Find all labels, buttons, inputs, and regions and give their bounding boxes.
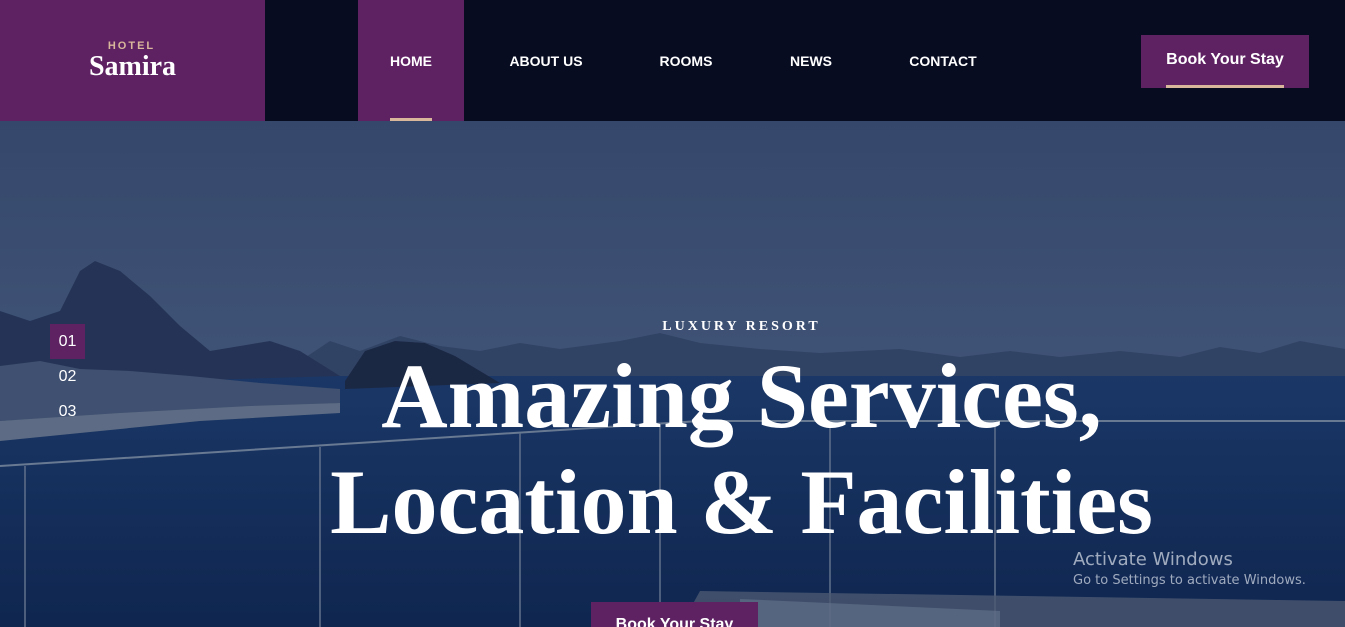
nav-rooms[interactable]: ROOMS	[640, 0, 732, 121]
hero-book-button[interactable]: Book Your Stay	[591, 602, 758, 627]
hero-headline-line-1: Amazing Services,	[381, 345, 1102, 447]
header-book-label: Book Your Stay	[1166, 50, 1284, 68]
logo-name: Samira	[88, 50, 177, 82]
windows-activation-watermark: Activate Windows Go to Settings to activ…	[1073, 549, 1306, 591]
hero-headline: Amazing Services, Location & Facilities	[0, 343, 1345, 555]
watermark-subtitle: Go to Settings to activate Windows.	[1073, 573, 1306, 588]
site-header: HOTEL Samira HOME ABOUT US ROOMS NEWS CO…	[0, 0, 1345, 121]
hero-headline-line-2: Location & Facilities	[330, 451, 1153, 553]
hero-eyebrow: LUXURY RESORT	[662, 319, 821, 334]
watermark-title: Activate Windows	[1073, 549, 1233, 570]
hero-slider: 01 02 03 LUXURY RESORT Amazing Services,…	[0, 121, 1345, 627]
button-underline	[1166, 85, 1284, 88]
logo-tagline: HOTEL	[107, 39, 156, 52]
nav-contact[interactable]: CONTACT	[895, 0, 991, 121]
nav-home[interactable]: HOME	[358, 0, 464, 121]
nav-about-us[interactable]: ABOUT US	[490, 0, 602, 121]
header-book-button[interactable]: Book Your Stay	[1141, 35, 1309, 88]
nav-news[interactable]: NEWS	[772, 0, 850, 121]
hotel-logo[interactable]: HOTEL Samira	[0, 0, 265, 121]
nav-home-label: HOME	[390, 52, 432, 69]
